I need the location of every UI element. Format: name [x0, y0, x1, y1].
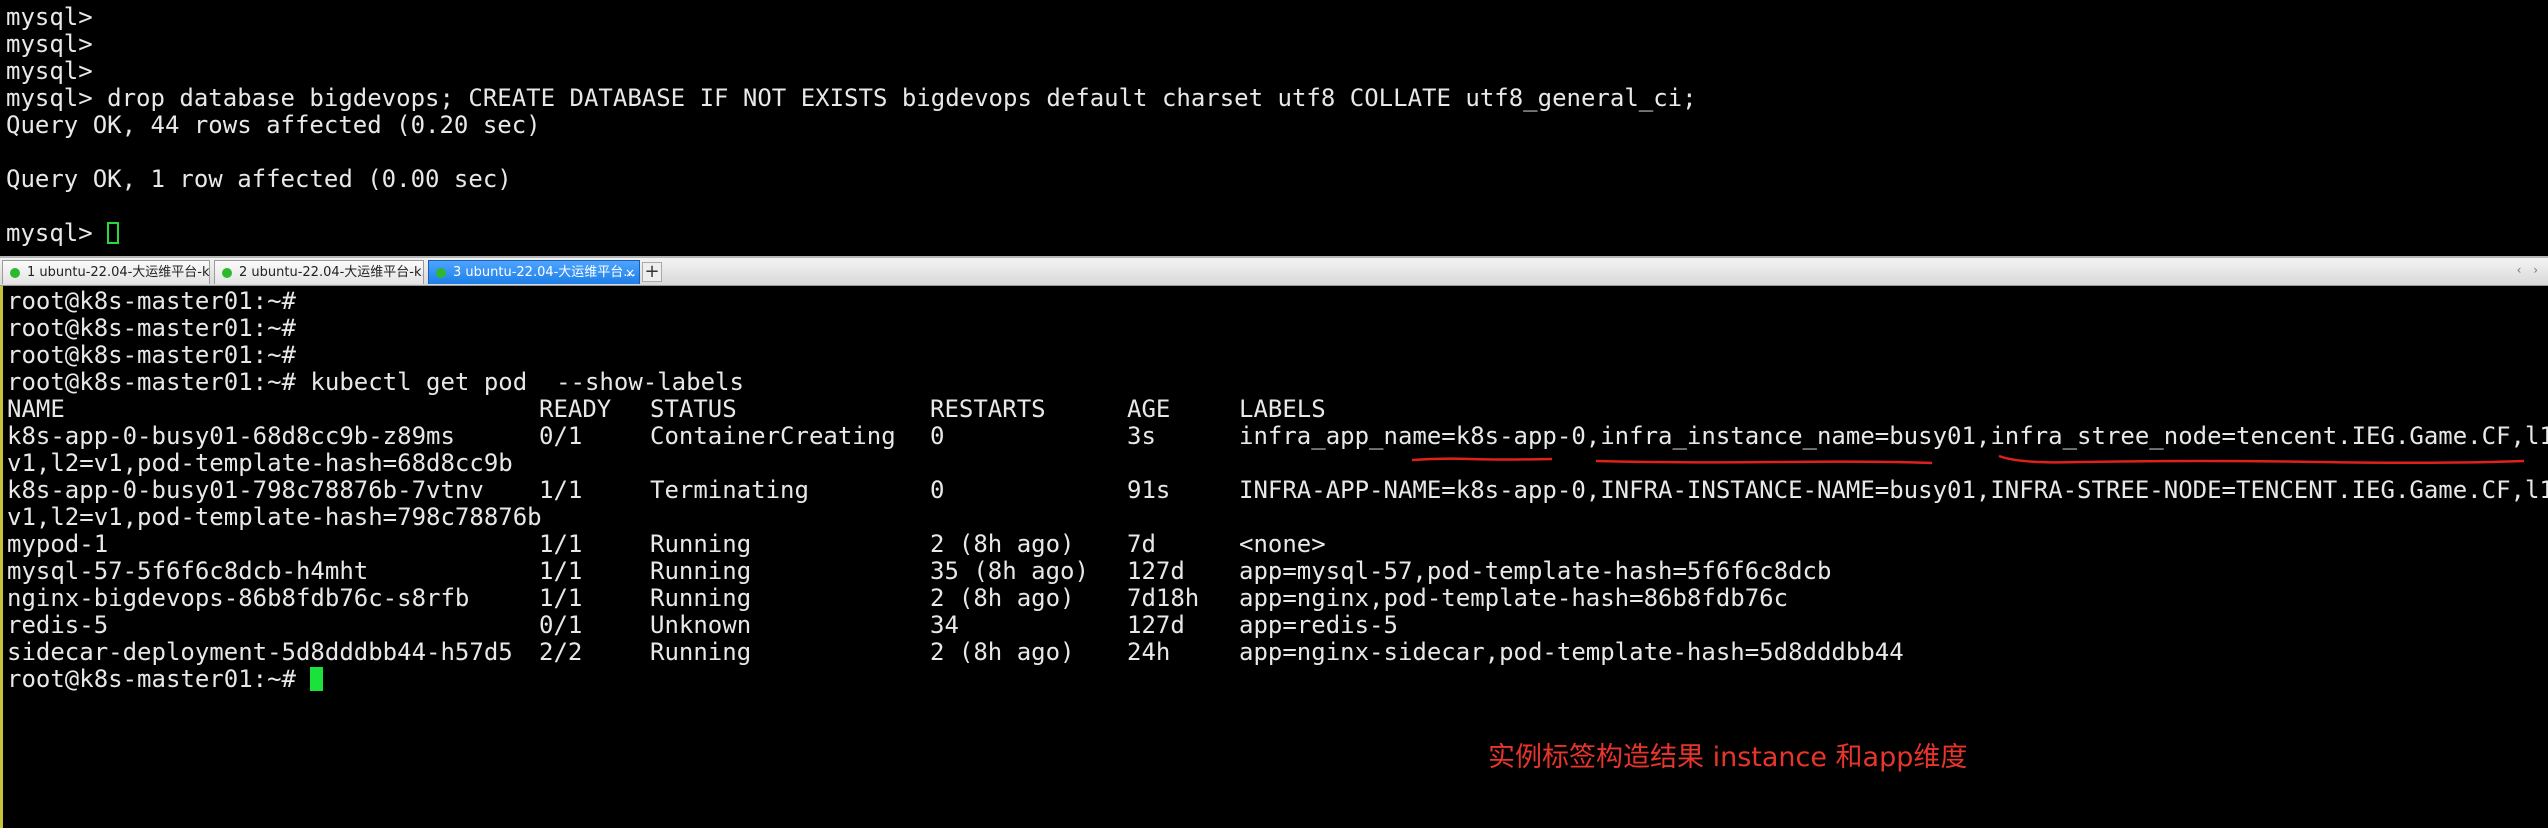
- pod-labels: app=nginx,pod-template-hash=86b8fdb76c: [1239, 584, 1789, 612]
- terminal-line: root@k8s-master01:~#: [7, 314, 296, 342]
- table-row: nginx-bigdevops-86b8fdb76c-s8rfb 1/1 Run…: [7, 584, 1788, 612]
- pod-name: mypod-1: [7, 530, 109, 558]
- pod-status: Running: [650, 638, 752, 666]
- pod-ready: 1/1: [539, 557, 583, 585]
- terminal-line: root@k8s-master01:~# kubectl get pod --s…: [7, 368, 744, 396]
- header-restarts: RESTARTS: [930, 395, 1046, 423]
- terminal-line: mysql> drop database bigdevops; CREATE D…: [6, 84, 1697, 112]
- table-header: NAME READY STATUS RESTARTS AGE LABELS: [7, 395, 1326, 423]
- pod-labels-wrap: v1,l2=v1,pod-template-hash=798c78876b: [7, 503, 542, 531]
- session-tab-1[interactable]: 1 ubuntu-22.04-大运维平台-k...: [2, 260, 210, 284]
- pod-ready: 1/1: [539, 476, 583, 504]
- pod-ready: 1/1: [539, 584, 583, 612]
- table-row: sidecar-deployment-5d8dddbb44-h57d5 2/2 …: [7, 638, 1904, 666]
- pod-age: 127d: [1127, 557, 1185, 585]
- pod-ready: 2/2: [539, 638, 583, 666]
- header-ready: READY: [539, 395, 612, 423]
- terminal-cursor: [107, 222, 120, 244]
- pod-restarts: 0: [930, 422, 945, 450]
- pod-age: 7d18h: [1127, 584, 1200, 612]
- pod-name: k8s-app-0-busy01-798c78876b-7vtnv: [7, 476, 484, 504]
- pod-labels: app=redis-5: [1239, 611, 1398, 639]
- mysql-prompt: mysql>: [6, 219, 108, 247]
- pod-status: Terminating: [650, 476, 809, 504]
- pod-restarts: 0: [930, 476, 945, 504]
- session-tab-label: 2 ubuntu-22.04-大运维平台-k...: [239, 265, 424, 280]
- mysql-prompt-line[interactable]: mysql>: [6, 220, 1697, 247]
- pod-name: mysql-57-5f6f6c8dcb-h4mht: [7, 557, 369, 585]
- pod-status: Running: [650, 584, 752, 612]
- terminal-line: mysql>: [6, 57, 93, 85]
- pod-labels: app=mysql-57,pod-template-hash=5f6f6c8dc…: [1239, 557, 1832, 585]
- terminal-cursor: [310, 667, 324, 691]
- pod-ready: 0/1: [539, 422, 583, 450]
- annotation-note: 实例标签构造结果 instance 和app维度: [1488, 742, 1968, 773]
- pod-age: 24h: [1127, 638, 1171, 666]
- k8s-terminal-pane[interactable]: root@k8s-master01:~# root@k8s-master01:~…: [0, 286, 2548, 828]
- session-status-icon: [436, 268, 446, 278]
- table-row: redis-5 0/1 Unknown 34 127d app=redis-5: [7, 611, 1398, 639]
- pod-ready: 1/1: [539, 530, 583, 558]
- pod-status: Unknown: [650, 611, 752, 639]
- pod-restarts: 2 (8h ago): [930, 584, 1075, 612]
- pod-restarts: 2 (8h ago): [930, 638, 1075, 666]
- terminal-line: mysql>: [6, 30, 93, 58]
- pod-labels: INFRA-APP-NAME=k8s-app-0,INFRA-INSTANCE-…: [1239, 476, 2548, 504]
- pod-age: 91s: [1127, 476, 1171, 504]
- session-tab-label: 1 ubuntu-22.04-大运维平台-k...: [27, 265, 210, 280]
- table-row: k8s-app-0-busy01-68d8cc9b-z89ms 0/1 Cont…: [7, 422, 2548, 450]
- pod-status: Running: [650, 557, 752, 585]
- pod-name: k8s-app-0-busy01-68d8cc9b-z89ms: [7, 422, 455, 450]
- table-row: mysql-57-5f6f6c8dcb-h4mht 1/1 Running 35…: [7, 557, 1831, 585]
- k8s-prompt-line[interactable]: root@k8s-master01:~#: [7, 666, 744, 693]
- close-tab-icon[interactable]: ×: [625, 261, 635, 284]
- pod-age: 7d: [1127, 530, 1156, 558]
- session-tab-3[interactable]: 3 ubuntu-22.04-大运维平台... ×: [428, 260, 640, 284]
- header-status: STATUS: [650, 395, 737, 423]
- session-tab-label: 3 ubuntu-22.04-大运维平台...: [453, 265, 636, 280]
- session-status-icon: [10, 268, 20, 278]
- session-tab-bar: 1 ubuntu-22.04-大运维平台-k... 2 ubuntu-22.04…: [0, 256, 2548, 286]
- pod-labels: <none>: [1239, 530, 1326, 558]
- mysql-terminal-pane[interactable]: mysql> mysql> mysql> mysql> drop databas…: [0, 0, 2548, 256]
- header-labels: LABELS: [1239, 395, 1326, 423]
- add-tab-button[interactable]: +: [642, 262, 662, 282]
- pod-name: sidecar-deployment-5d8dddbb44-h57d5: [7, 638, 513, 666]
- terminal-line: Query OK, 44 rows affected (0.20 sec): [6, 111, 541, 139]
- k8s-terminal-output: root@k8s-master01:~# root@k8s-master01:~…: [7, 287, 2548, 693]
- header-name: NAME: [7, 395, 65, 423]
- pod-labels: infra_app_name=k8s-app-0,infra_instance_…: [1239, 422, 2548, 450]
- pod-status: ContainerCreating: [650, 422, 896, 450]
- tab-scroll-arrows-icon[interactable]: ‹ ›: [2517, 263, 2542, 277]
- header-age: AGE: [1127, 395, 1171, 423]
- terminal-line: mysql>: [6, 3, 93, 31]
- pod-name: nginx-bigdevops-86b8fdb76c-s8rfb: [7, 584, 470, 612]
- pod-restarts: 35 (8h ago): [930, 557, 1089, 585]
- terminal-line: root@k8s-master01:~#: [7, 341, 296, 369]
- mysql-terminal-output: mysql> mysql> mysql> mysql> drop databas…: [6, 4, 1697, 247]
- pod-ready: 0/1: [539, 611, 583, 639]
- table-row: k8s-app-0-busy01-798c78876b-7vtnv 1/1 Te…: [7, 476, 2548, 504]
- pod-labels-wrap: v1,l2=v1,pod-template-hash=68d8cc9b: [7, 449, 513, 477]
- pod-name: redis-5: [7, 611, 109, 639]
- pod-status: Running: [650, 530, 752, 558]
- terminal-line: Query OK, 1 row affected (0.00 sec): [6, 165, 512, 193]
- pod-age: 127d: [1127, 611, 1185, 639]
- pod-labels: app=nginx-sidecar,pod-template-hash=5d8d…: [1239, 638, 1904, 666]
- pod-age: 3s: [1127, 422, 1156, 450]
- session-tab-2[interactable]: 2 ubuntu-22.04-大运维平台-k...: [214, 260, 424, 284]
- pod-restarts: 2 (8h ago): [930, 530, 1075, 558]
- terminal-line: root@k8s-master01:~#: [7, 287, 296, 315]
- session-status-icon: [222, 268, 232, 278]
- table-row: mypod-1 1/1 Running 2 (8h ago) 7d <none>: [7, 530, 1326, 558]
- pod-restarts: 34: [930, 611, 959, 639]
